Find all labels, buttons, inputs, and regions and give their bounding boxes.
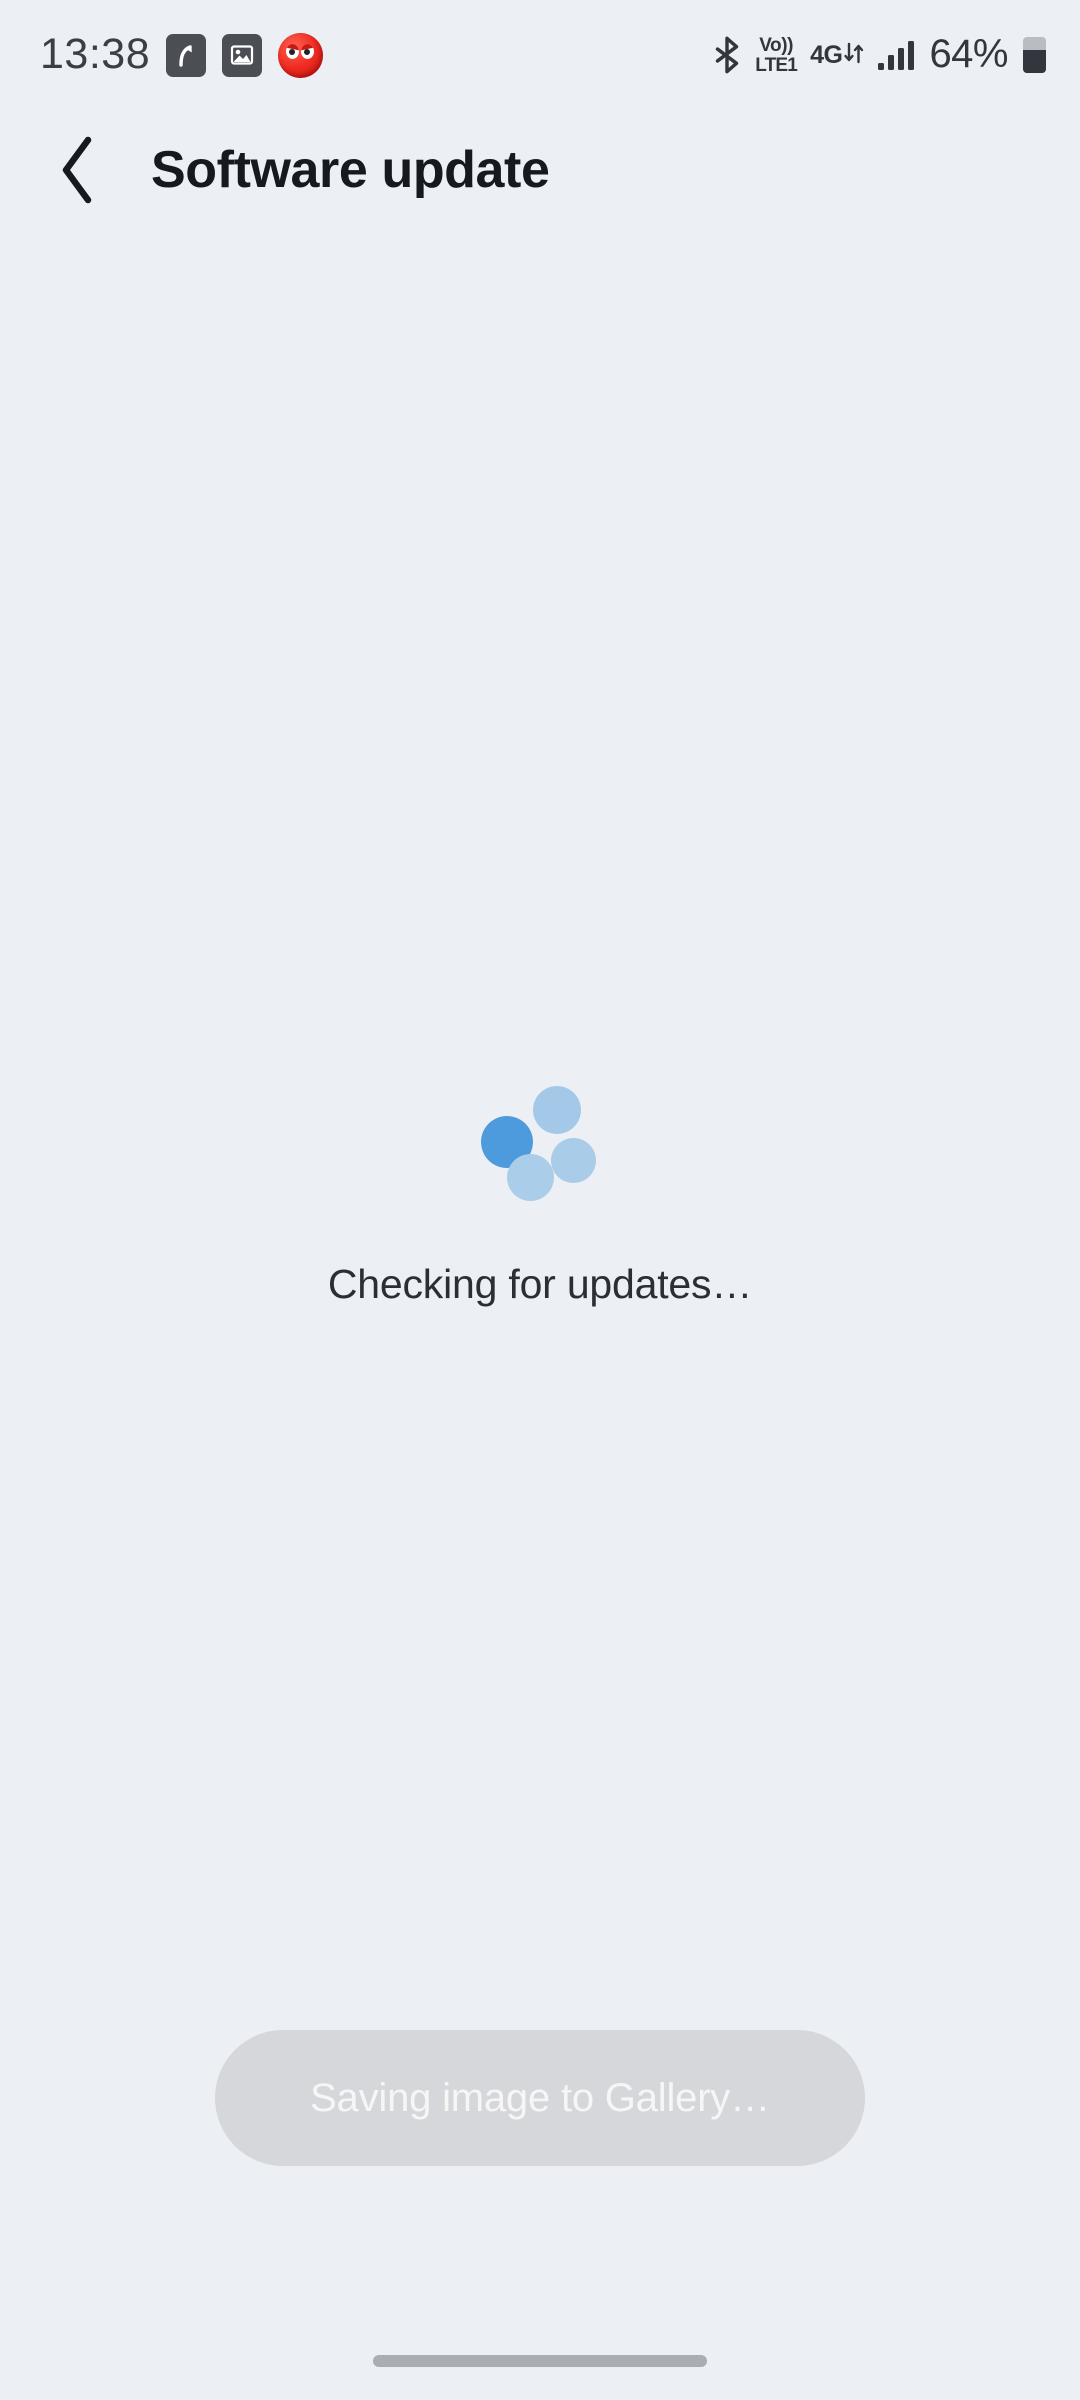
app-header: Software update <box>0 110 1080 230</box>
volte-bottom-label: LTE1 <box>755 54 798 76</box>
gallery-image-icon <box>222 33 263 77</box>
status-bar-left: 13:38 <box>40 29 324 78</box>
red-ball-app-icon <box>278 32 324 78</box>
volte-indicator: Vo)) LTE1 <box>755 34 798 76</box>
toast-message: Saving image to Gallery… <box>310 2075 770 2120</box>
loading-spinner-icon <box>481 1085 599 1204</box>
main-content: Checking for updates… Saving image to Ga… <box>0 230 1080 2400</box>
battery-icon <box>1023 37 1046 73</box>
bluetooth-icon <box>712 36 742 74</box>
spinner-dot-1 <box>533 1085 581 1134</box>
call-forward-icon <box>166 33 207 77</box>
status-bar-right: Vo)) LTE1 4G 64% <box>712 34 1046 77</box>
toast-notification: Saving image to Gallery… <box>215 2030 865 2166</box>
status-bar: 13:38 Vo)) LTE1 4G 64% <box>0 0 1080 110</box>
red-ball-eye-right <box>301 43 315 59</box>
page-title: Software update <box>151 141 550 199</box>
update-status-block: Checking for updates… <box>0 230 1080 2160</box>
navigation-bar <box>0 2295 1080 2400</box>
battery-percent-label: 64% <box>929 31 1008 76</box>
checking-status-text: Checking for updates… <box>327 1260 753 1307</box>
back-button[interactable] <box>23 115 133 225</box>
red-ball-eyes <box>286 43 315 60</box>
spinner-dot-4 <box>507 1153 554 1201</box>
network-type-label: 4G <box>810 40 843 69</box>
signal-bars-icon <box>878 40 916 70</box>
battery-fill <box>1023 49 1046 73</box>
data-activity-icon <box>843 40 865 71</box>
network-type-indicator: 4G <box>810 40 865 71</box>
back-chevron-icon <box>62 136 92 204</box>
status-bar-clock: 13:38 <box>40 29 151 78</box>
home-indicator[interactable] <box>373 2354 707 2367</box>
red-ball-eye-left <box>286 43 300 59</box>
volte-top-label: Vo)) <box>759 34 794 56</box>
spinner-dot-3 <box>551 1137 596 1183</box>
